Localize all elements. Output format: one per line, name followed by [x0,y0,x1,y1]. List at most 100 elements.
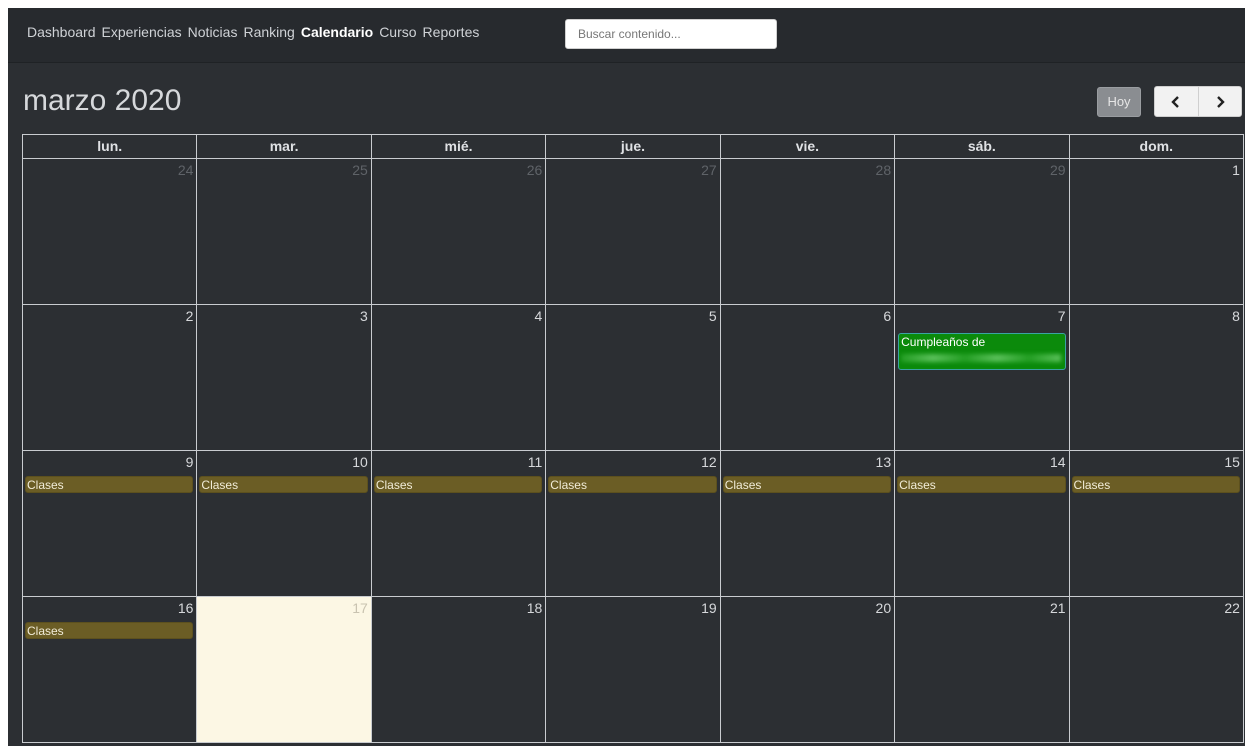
chevron-left-icon [1171,95,1180,108]
calendar-day[interactable]: 28 [720,159,896,305]
calendar-day[interactable]: 2 [23,305,198,451]
class-event[interactable]: Clases [1071,476,1240,493]
calendar-day[interactable]: 25 [197,159,372,305]
calendar-day[interactable]: 9 Clases [23,451,198,597]
day-number: 28 [875,162,892,178]
day-number: 21 [1049,600,1066,616]
day-number: 26 [526,162,543,178]
day-number: 16 [177,600,194,616]
nav-link-calendario[interactable]: Calendario [301,24,373,40]
day-number: 10 [352,454,368,470]
calendar-day[interactable]: 12 Clases [546,451,721,597]
calendar-day[interactable]: 22 [1069,597,1244,743]
calendar-day[interactable]: 4 [371,305,547,451]
calendar-week-row: 24 25 26 27 28 29 1 [22,159,1244,305]
day-number: 14 [1049,454,1066,470]
class-event[interactable]: Clases [722,476,892,493]
page-margin-top [0,0,1245,8]
day-number: 5 [708,308,717,324]
nav-link-dashboard[interactable]: Dashboard [27,24,96,40]
weekday-header-cell: sáb. [895,135,1070,159]
prev-month-button[interactable] [1155,87,1198,116]
calendar-day[interactable]: 7 Cumpleaños de [895,305,1070,451]
next-month-button[interactable] [1197,87,1242,116]
calendar-day[interactable]: 20 [720,597,896,743]
class-event[interactable]: Clases [373,476,543,493]
day-number: 8 [1232,308,1240,324]
calendar-day[interactable]: 13 Clases [720,451,896,597]
weekday-header: lun. mar. mié. jue. vie. sáb. dom. [22,134,1244,159]
calendar-day[interactable]: 14 Clases [895,451,1070,597]
calendar-day[interactable]: 26 [371,159,547,305]
day-number: 11 [527,454,543,470]
calendar-day[interactable]: 27 [546,159,721,305]
day-number: 17 [352,600,368,616]
nav-links: Dashboard Experiencias Noticias Ranking Cale… [27,24,485,40]
day-number: 24 [177,162,194,178]
redacted-name [901,354,1062,362]
weekday-header-cell: jue. [546,135,721,159]
calendar-day[interactable]: 15 Clases [1069,451,1244,597]
calendar-week-row: 9 Clases 10 Clases 11 Clases 12 Clases 13 Clases 1… [22,451,1244,597]
day-number: 1 [1232,162,1240,178]
day-number: 22 [1224,600,1240,616]
month-calendar: lun. mar. mié. jue. vie. sáb. dom. 24 25 26 27 28 2… [22,134,1244,746]
calendar-day[interactable]: 6 [720,305,896,451]
day-number: 18 [526,600,543,616]
day-number: 15 [1224,454,1240,470]
nav-link-ranking[interactable]: Ranking [243,24,294,40]
class-event[interactable]: Clases [25,476,194,493]
day-number: 7 [1057,308,1066,324]
calendar-day[interactable]: 19 [546,597,721,743]
day-number: 19 [701,600,717,616]
day-number: 9 [185,454,194,470]
calendar-day[interactable]: 24 [23,159,198,305]
day-number: 12 [701,454,717,470]
month-title: marzo 2020 [23,84,182,117]
today-button[interactable]: Hoy [1097,87,1141,117]
weekday-header-cell: vie. [720,135,896,159]
day-number: 3 [360,308,368,324]
calendar-week-row: 16 Clases 17 18 19 20 21 22 [22,597,1244,743]
weekday-header-cell: mié. [371,135,547,159]
calendar-day-today[interactable]: 17 [197,597,372,743]
day-number: 20 [875,600,892,616]
nav-link-reportes[interactable]: Reportes [423,24,480,40]
class-event[interactable]: Clases [25,622,194,639]
weekday-header-cell: mar. [197,135,372,159]
event-title: Cumpleaños de [901,335,986,349]
day-number: 29 [1049,162,1066,178]
top-navbar: Dashboard Experiencias Noticias Ranking Cale… [8,8,1245,63]
calendar-day[interactable]: 10 Clases [197,451,372,597]
class-event[interactable]: Clases [548,476,717,493]
calendar-day[interactable]: 21 [895,597,1070,743]
page-margin-left [0,0,8,746]
day-number: 13 [875,454,892,470]
calendar-day[interactable]: 8 [1069,305,1244,451]
calendar-day[interactable]: 18 [371,597,547,743]
weekday-header-cell: lun. [23,135,198,159]
class-event[interactable]: Clases [897,476,1066,493]
nav-link-curso[interactable]: Curso [379,24,416,40]
calendar-day[interactable]: 3 [197,305,372,451]
calendar-day[interactable]: 29 [895,159,1070,305]
nav-link-experiencias[interactable]: Experiencias [102,24,182,40]
calendar-day[interactable]: 5 [546,305,721,451]
day-number: 2 [185,308,194,324]
class-event[interactable]: Clases [199,476,368,493]
calendar-app: Dashboard Experiencias Noticias Ranking Cale… [8,8,1245,746]
day-number: 4 [534,308,543,324]
calendar-weeks: 24 25 26 27 28 29 1 2 3 4 5 6 7 Cumpleaños de 8 9 Clases… [22,159,1244,743]
nav-link-noticias[interactable]: Noticias [188,24,238,40]
calendar-day[interactable]: 16 Clases [23,597,198,743]
calendar-week-row: 2 3 4 5 6 7 Cumpleaños de 8 [22,305,1244,451]
calendar-day[interactable]: 11 Clases [371,451,547,597]
birthday-event[interactable]: Cumpleaños de [898,333,1066,370]
weekday-header-cell: dom. [1069,135,1244,159]
month-nav-group [1154,86,1242,117]
day-number: 25 [352,162,368,178]
calendar-day[interactable]: 1 [1069,159,1244,305]
chevron-right-icon [1216,95,1225,108]
search-input[interactable] [565,19,777,49]
day-number: 6 [883,308,892,324]
